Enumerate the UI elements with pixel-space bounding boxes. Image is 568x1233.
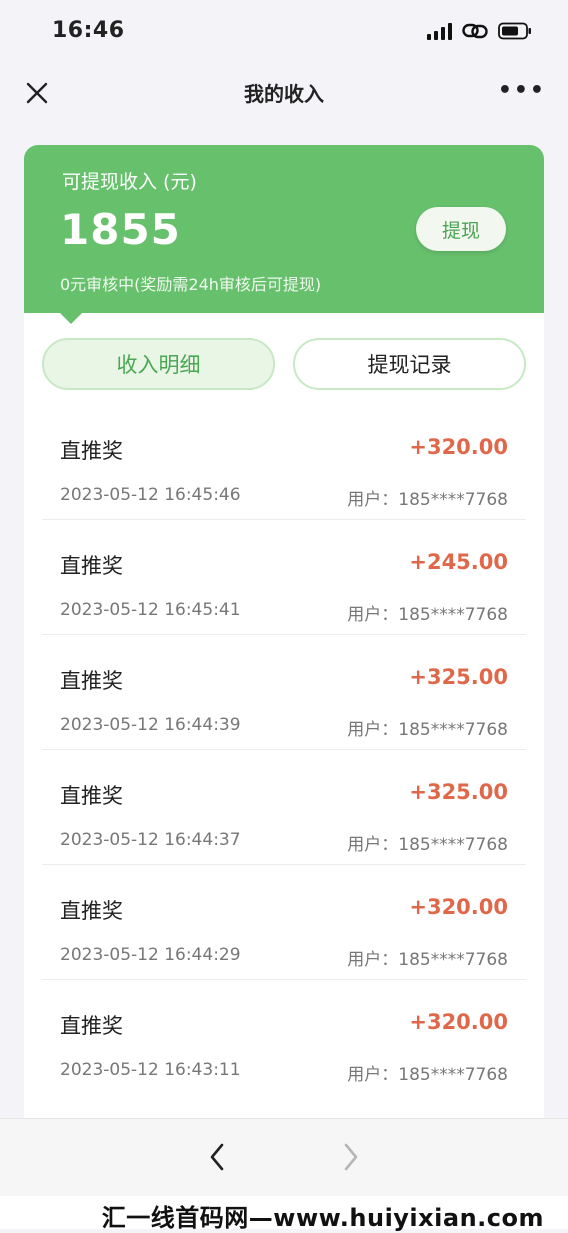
- list-item[interactable]: 直推奖 +320.00 2023-05-12 16:43:11 用户：185**…: [42, 980, 526, 1094]
- list-item[interactable]: 直推奖 +320.00 2023-05-12 16:44:29 用户：185**…: [42, 865, 526, 980]
- withdrawable-label: 可提现收入 (元): [62, 171, 197, 193]
- record-title: 直推奖: [60, 784, 123, 808]
- chevron-right-icon[interactable]: [338, 1137, 364, 1177]
- record-user: 用户：185****7768: [347, 490, 508, 510]
- watermark: 汇一线首码网—www.huiyixian.com: [0, 1196, 568, 1232]
- record-title: 直推奖: [60, 554, 123, 578]
- income-list: 直推奖 +320.00 2023-05-12 16:45:46 用户：185**…: [42, 405, 526, 1094]
- tab-pointer: [60, 313, 82, 324]
- record-user: 用户：185****7768: [347, 950, 508, 970]
- status-time: 16:46: [52, 18, 125, 43]
- page-title: 我的收入: [244, 82, 324, 106]
- record-title: 直推奖: [60, 669, 123, 693]
- record-time: 2023-05-12 16:45:46: [60, 485, 241, 505]
- battery-icon: [498, 22, 531, 40]
- close-icon[interactable]: [20, 76, 54, 110]
- review-note: 0元审核中(奖励需24h审核后可提现): [60, 275, 322, 294]
- record-title: 直推奖: [60, 1014, 123, 1038]
- income-card: 可提现收入 (元) 1855 0元审核中(奖励需24h审核后可提现) 提现 收入…: [24, 145, 544, 1125]
- chevron-left-icon[interactable]: [204, 1137, 230, 1177]
- tab-income-detail[interactable]: 收入明细: [42, 338, 275, 390]
- record-user: 用户：185****7768: [347, 605, 508, 625]
- record-time: 2023-05-12 16:45:41: [60, 600, 241, 620]
- record-amount: +325.00: [409, 665, 508, 689]
- list-item[interactable]: 直推奖 +325.00 2023-05-12 16:44:39 用户：185**…: [42, 635, 526, 750]
- tab-bar: 收入明细 提现记录: [42, 338, 526, 390]
- status-icons: [427, 22, 532, 40]
- list-item[interactable]: 直推奖 +325.00 2023-05-12 16:44:37 用户：185**…: [42, 750, 526, 865]
- record-amount: +320.00: [409, 895, 508, 919]
- list-item[interactable]: 直推奖 +245.00 2023-05-12 16:45:41 用户：185**…: [42, 520, 526, 635]
- record-user: 用户：185****7768: [347, 835, 508, 855]
- record-time: 2023-05-12 16:44:37: [60, 830, 241, 850]
- list-item[interactable]: 直推奖 +320.00 2023-05-12 16:45:46 用户：185**…: [42, 405, 526, 520]
- status-bar: 16:46: [0, 0, 568, 64]
- link-icon: [462, 23, 488, 39]
- browser-toolbar: [0, 1118, 568, 1197]
- record-title: 直推奖: [60, 439, 123, 463]
- record-time: 2023-05-12 16:44:39: [60, 715, 241, 735]
- record-user: 用户：185****7768: [347, 1065, 508, 1085]
- more-icon[interactable]: •••: [498, 78, 546, 103]
- record-time: 2023-05-12 16:43:11: [60, 1060, 241, 1080]
- record-title: 直推奖: [60, 899, 123, 923]
- record-time: 2023-05-12 16:44:29: [60, 945, 241, 965]
- record-amount: +325.00: [409, 780, 508, 804]
- income-summary: 可提现收入 (元) 1855 0元审核中(奖励需24h审核后可提现) 提现: [24, 145, 544, 313]
- watermark-text: 汇一线首码网—www.huiyixian.com: [101, 1204, 544, 1232]
- record-amount: +320.00: [409, 1010, 508, 1034]
- withdraw-button[interactable]: 提现: [416, 207, 506, 251]
- tab-withdraw-records[interactable]: 提现记录: [293, 338, 526, 390]
- record-amount: +320.00: [409, 435, 508, 459]
- signal-icon: [427, 22, 452, 40]
- nav-bar: 我的收入 •••: [0, 64, 568, 120]
- record-user: 用户：185****7768: [347, 720, 508, 740]
- record-amount: +245.00: [409, 550, 508, 574]
- withdrawable-amount: 1855: [60, 205, 181, 254]
